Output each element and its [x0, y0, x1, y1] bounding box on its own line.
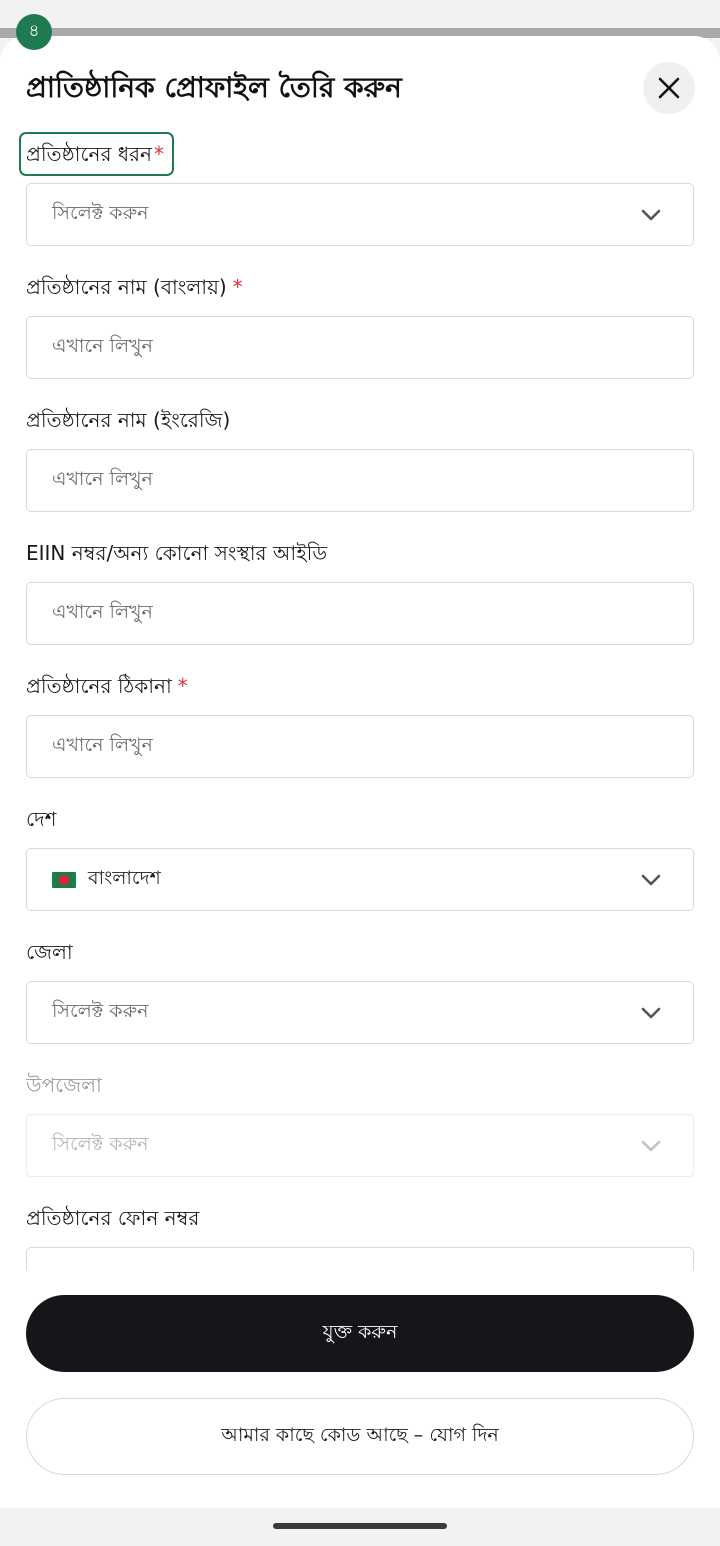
address-label: প্রতিষ্ঠানের ঠিকানা * — [26, 672, 188, 705]
close-icon — [658, 77, 680, 99]
step-badge: ৪ — [16, 14, 52, 50]
name-en-input[interactable]: এখানে লিখুন — [26, 449, 694, 512]
district-select[interactable]: সিলেক্ট করুন — [26, 981, 694, 1044]
upazila-label-text: উপজেলা — [26, 1073, 102, 1097]
org-type-label: প্রতিষ্ঠানের ধরন * — [26, 140, 164, 173]
org-type-select[interactable]: সিলেক্ট করুন — [26, 183, 694, 246]
name-bn-placeholder: এখানে লিখুন — [52, 334, 153, 357]
add-button[interactable]: যুক্ত করুন — [26, 1295, 694, 1372]
required-mark: * — [153, 142, 164, 166]
eiin-placeholder: এখানে লিখুন — [52, 600, 153, 623]
name-bn-input[interactable]: এখানে লিখুন — [26, 316, 694, 379]
address-label-text: প্রতিষ্ঠানের ঠিকানা — [26, 674, 172, 698]
close-button[interactable] — [643, 62, 695, 114]
required-mark: * — [232, 275, 243, 299]
page-title: প্রাতিষ্ঠানিক প্রোফাইল তৈরি করুন — [26, 71, 402, 104]
required-mark: * — [177, 674, 188, 698]
country-label-text: দেশ — [26, 807, 57, 831]
address-input[interactable]: এখানে লিখুন — [26, 715, 694, 778]
name-en-label: প্রতিষ্ঠানের নাম (ইংরেজি) — [26, 406, 230, 439]
eiin-label: EIIN নম্বর/অন্য কোনো সংস্থার আইডি — [26, 539, 327, 572]
bottom-sheet: প্রাতিষ্ঠানিক প্রোফাইল তৈরি করুন প্রতিষ্… — [0, 36, 720, 1508]
district-label: জেলা — [26, 938, 73, 971]
phone-label-text: প্রতিষ্ঠানের ফোন নম্বর — [26, 1206, 200, 1230]
status-bar — [0, 0, 720, 30]
eiin-input[interactable]: এখানে লিখুন — [26, 582, 694, 645]
form-scroll-area[interactable]: প্রতিষ্ঠানের ধরন * সিলেক্ট করুন প্রতিষ্ঠা… — [0, 128, 720, 1270]
district-value: সিলেক্ট করুন — [52, 999, 149, 1022]
phone-label: প্রতিষ্ঠানের ফোন নম্বর — [26, 1204, 199, 1237]
phone-input[interactable] — [26, 1247, 694, 1270]
name-en-label-text: প্রতিষ্ঠানের নাম (ইংরেজি) — [26, 408, 231, 432]
country-label: দেশ — [26, 805, 56, 838]
org-type-value: সিলেক্ট করুন — [52, 201, 149, 224]
name-bn-label: প্রতিষ্ঠানের নাম (বাংলায়) * — [26, 273, 243, 306]
address-placeholder: এখানে লিখুন — [52, 733, 153, 756]
upazila-select[interactable]: সিলেক্ট করুন — [26, 1114, 694, 1177]
name-en-placeholder: এখানে লিখুন — [52, 467, 153, 490]
chevron-down-icon — [641, 1007, 661, 1018]
name-bn-label-text: প্রতিষ্ঠানের নাম (বাংলায়) — [26, 275, 227, 299]
upazila-value: সিলেক্ট করুন — [52, 1132, 149, 1155]
chevron-down-icon — [641, 874, 661, 885]
eiin-label-text: EIIN নম্বর/অন্য কোনো সংস্থার আইডি — [26, 541, 328, 565]
bangladesh-flag-icon — [52, 871, 76, 888]
chevron-down-icon — [641, 209, 661, 220]
district-label-text: জেলা — [26, 940, 73, 964]
country-value: বাংলাদেশ — [88, 866, 161, 889]
upazila-label: উপজেলা — [26, 1071, 102, 1104]
join-with-code-button[interactable]: আমার কাছে কোড আছে – যোগ দিন — [26, 1398, 694, 1475]
home-indicator — [273, 1523, 447, 1529]
chevron-down-icon — [641, 1140, 661, 1151]
org-type-label-text: প্রতিষ্ঠানের ধরন — [26, 142, 152, 166]
country-select[interactable]: বাংলাদেশ — [26, 848, 694, 911]
